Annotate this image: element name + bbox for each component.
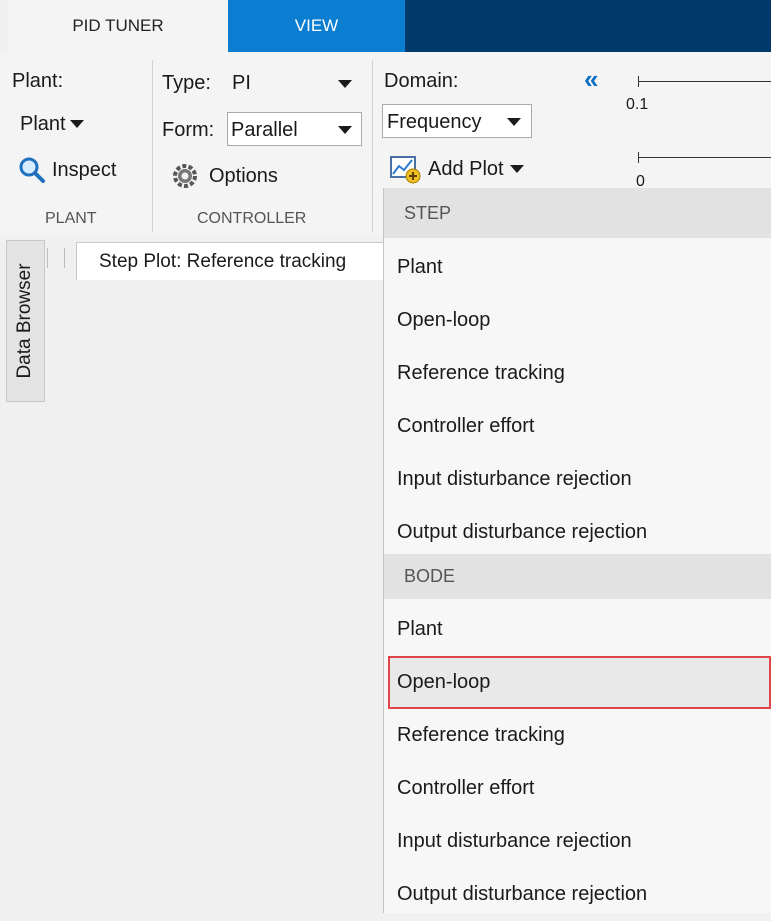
data-browser-label: Data Browser xyxy=(14,263,35,379)
menu-item-label: Input disturbance rejection xyxy=(397,468,632,490)
menu-item-label: Open-loop xyxy=(397,671,491,693)
add-plot-button[interactable]: Add Plot xyxy=(390,152,524,186)
menu-item-step-output-disturbance[interactable]: Output disturbance rejection xyxy=(384,506,771,559)
plant-dropdown-label: Plant xyxy=(20,112,66,135)
options-button-label: Options xyxy=(209,164,278,187)
menu-item-bode-output-disturbance[interactable]: Output disturbance rejection xyxy=(384,868,771,921)
document-tab-step-plot[interactable]: Step Plot: Reference tracking xyxy=(76,242,406,280)
add-plot-button-label: Add Plot xyxy=(428,157,504,180)
add-plot-menu: STEP Plant Open-loop Reference tracking … xyxy=(383,188,771,913)
menu-item-bode-open-loop[interactable]: Open-loop xyxy=(388,656,771,709)
tab-bar-background xyxy=(405,0,771,52)
panel-grip-handle[interactable] xyxy=(47,248,65,268)
controller-section-label: CONTROLLER xyxy=(197,210,307,227)
menu-item-label: Reference tracking xyxy=(397,362,565,384)
menu-item-step-open-loop[interactable]: Open-loop xyxy=(384,294,771,347)
chevron-down-icon xyxy=(69,120,84,128)
domain-label: Domain: xyxy=(384,70,459,92)
type-value: PI xyxy=(232,72,251,94)
chevron-down-icon xyxy=(338,126,352,134)
form-label: Form: xyxy=(162,119,215,141)
tab-view-label: VIEW xyxy=(294,16,339,35)
document-tab-label: Step Plot: Reference tracking xyxy=(99,251,347,272)
chevron-down-icon xyxy=(507,118,521,126)
options-button[interactable]: Options xyxy=(171,160,278,192)
menu-section-step: STEP xyxy=(384,188,771,238)
domain-value: Frequency xyxy=(387,111,482,133)
add-plot-icon xyxy=(390,156,421,184)
slider-1-value: 0.1 xyxy=(626,96,649,113)
menu-item-step-reference-tracking[interactable]: Reference tracking xyxy=(384,347,771,400)
menu-item-bode-controller-effort[interactable]: Controller effort xyxy=(384,762,771,815)
slider-2-value: 0 xyxy=(636,173,645,187)
form-select[interactable]: Parallel xyxy=(227,112,362,146)
section-divider xyxy=(372,60,373,232)
menu-section-bode: BODE xyxy=(384,554,771,599)
menu-item-step-input-disturbance[interactable]: Input disturbance rejection xyxy=(384,453,771,506)
chevron-down-icon xyxy=(338,80,352,88)
menu-item-label: Plant xyxy=(397,618,443,640)
plant-label: Plant: xyxy=(12,70,64,92)
tab-view[interactable]: VIEW xyxy=(228,0,405,52)
tab-pid-tuner-label: PID TUNER xyxy=(72,16,164,35)
plant-dropdown[interactable]: Plant xyxy=(20,110,84,138)
menu-item-label: Output disturbance rejection xyxy=(397,883,648,905)
menu-item-label: Plant xyxy=(397,256,443,278)
menu-item-bode-plant[interactable]: Plant xyxy=(384,603,771,656)
slider-1-track xyxy=(638,81,771,82)
inspect-button[interactable]: Inspect xyxy=(18,154,116,186)
gear-icon xyxy=(173,164,197,188)
menu-item-step-plant[interactable]: Plant xyxy=(384,241,771,294)
magnifier-icon xyxy=(19,157,45,183)
slider-2[interactable] xyxy=(638,150,771,164)
menu-section-bode-label: BODE xyxy=(404,566,456,586)
type-dropdown[interactable]: Type: PI xyxy=(162,72,358,100)
menu-item-label: Open-loop xyxy=(397,309,491,331)
plant-section-label: PLANT xyxy=(45,210,97,227)
domain-select[interactable]: Frequency xyxy=(382,104,532,138)
menu-item-step-controller-effort[interactable]: Controller effort xyxy=(384,400,771,453)
menu-item-label: Reference tracking xyxy=(397,724,565,746)
menu-item-bode-input-disturbance[interactable]: Input disturbance rejection xyxy=(384,815,771,868)
chevron-down-icon xyxy=(509,165,524,173)
tab-pid-tuner[interactable]: PID TUNER xyxy=(8,0,228,52)
menu-item-label: Input disturbance rejection xyxy=(397,830,632,852)
menu-item-label: Output disturbance rejection xyxy=(397,521,648,543)
slider-2-track xyxy=(638,157,771,158)
type-label: Type: xyxy=(162,72,211,94)
menu-item-bode-reference-tracking[interactable]: Reference tracking xyxy=(384,709,771,762)
menu-item-label: Controller effort xyxy=(397,415,535,437)
section-divider xyxy=(152,60,153,232)
menu-section-step-label: STEP xyxy=(404,202,452,223)
form-value: Parallel xyxy=(231,119,298,141)
inspect-button-label: Inspect xyxy=(52,158,117,181)
collapse-double-chevron-icon[interactable]: « xyxy=(584,64,598,95)
slider-1[interactable] xyxy=(638,74,771,88)
menu-item-label: Controller effort xyxy=(397,777,535,799)
